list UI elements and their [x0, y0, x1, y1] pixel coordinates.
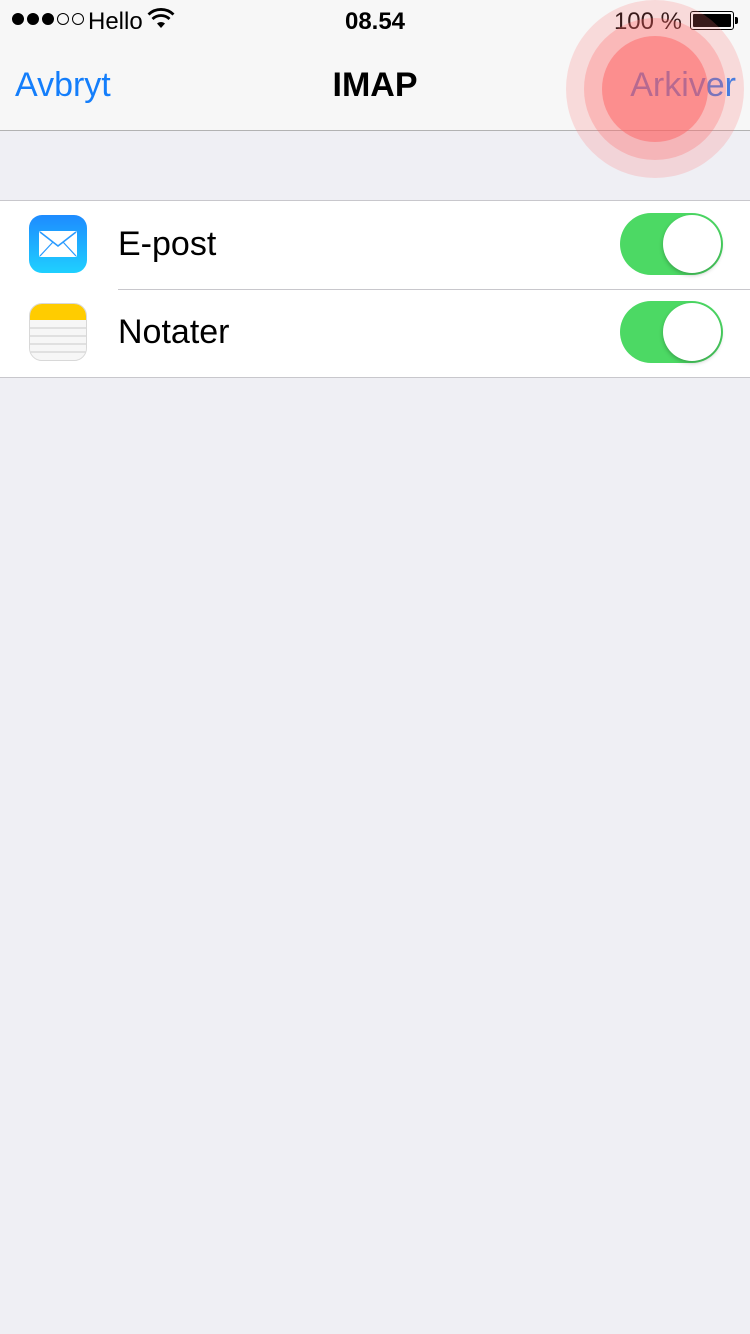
notes-toggle[interactable] — [620, 301, 723, 363]
mail-toggle[interactable] — [620, 213, 723, 275]
list-item-notes[interactable]: Notater — [0, 289, 750, 377]
row-label: E-post — [118, 225, 217, 263]
status-bar: Hello 08.54 100 % — [0, 0, 750, 40]
save-button[interactable]: Arkiver — [630, 66, 736, 105]
list-item-mail[interactable]: E-post — [0, 201, 750, 289]
toggle-knob — [663, 215, 721, 273]
notes-icon — [29, 303, 87, 361]
mail-icon — [29, 215, 87, 273]
screen: Hello 08.54 100 % Avbryt IMAP Arkiver E-… — [0, 0, 750, 1334]
battery-icon — [690, 11, 734, 30]
battery-fill — [693, 14, 731, 27]
row-label: Notater — [118, 313, 230, 351]
toggle-knob — [663, 303, 721, 361]
nav-bar: Avbryt IMAP Arkiver — [0, 40, 750, 131]
battery-tip — [735, 17, 738, 24]
settings-list: E-post Notater — [0, 200, 750, 378]
battery-percentage: 100 % — [613, 8, 682, 35]
